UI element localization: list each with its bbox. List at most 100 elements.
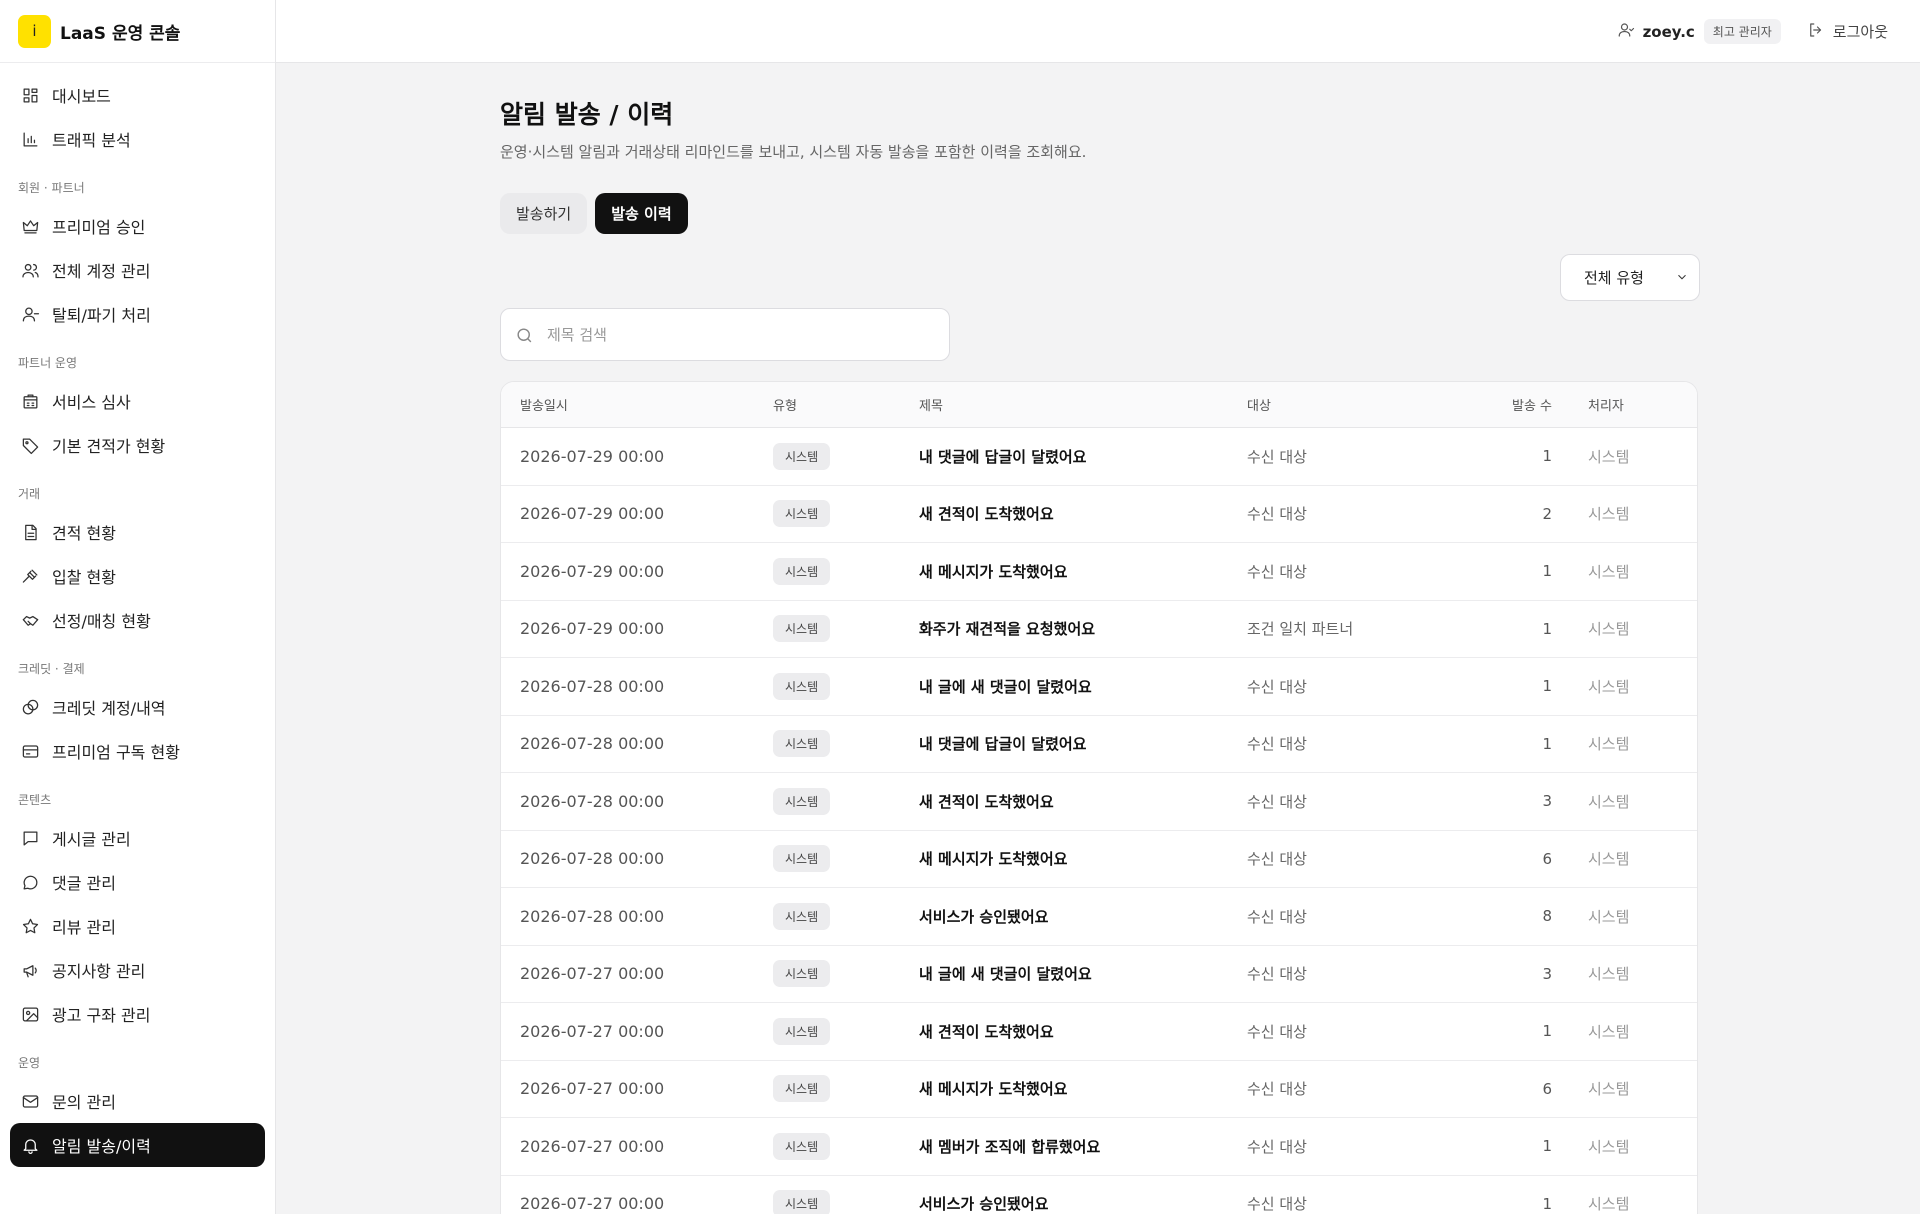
main-content: 알림 발송 / 이력 운영·시스템 알림과 거래상태 리마인드를 보내고, 시스…	[500, 63, 1700, 1214]
col-target[interactable]: 대상	[1247, 395, 1447, 414]
sidebar-item-star[interactable]: 리뷰 관리	[10, 904, 265, 948]
sidebar-item-dashboard[interactable]: 대시보드	[10, 73, 265, 117]
cell-type: 시스템	[773, 730, 919, 758]
bell-icon	[20, 1135, 40, 1155]
cell-type: 시스템	[773, 1190, 919, 1214]
type-badge: 시스템	[773, 500, 831, 528]
cell-target: 수신 대상	[1247, 735, 1307, 754]
sidebar-item-label: 게시글 관리	[52, 830, 131, 849]
table-row[interactable]: 2026-07-27 00:00 시스템 서비스가 승인됐어요 수신 대상 1 시스템	[501, 1176, 1697, 1214]
sidebar-item-document[interactable]: 견적 현황	[10, 510, 265, 554]
sidebar-item-message-square[interactable]: 게시글 관리	[10, 816, 265, 860]
sidebar-item-bar-chart[interactable]: 트래픽 분석	[10, 117, 265, 161]
sidebar-item-mail[interactable]: 문의 관리	[10, 1079, 265, 1123]
col-handler[interactable]: 처리자	[1552, 395, 1682, 414]
sidebar-item-users[interactable]: 전체 계정 관리	[10, 248, 265, 292]
type-badge: 시스템	[773, 442, 831, 470]
page-title: 알림 발송 / 이력	[500, 100, 674, 129]
table-row[interactable]: 2026-07-28 00:00 시스템 내 댓글에 답글이 달렸어요 수신 대상 1 시…	[501, 716, 1697, 773]
cell-count: 1	[1542, 1022, 1552, 1041]
table-row[interactable]: 2026-07-27 00:00 시스템 새 메시지가 도착했어요 수신 대상 6 시스템	[501, 1061, 1697, 1118]
tab-send[interactable]: 발송하기	[500, 193, 588, 234]
cell-type: 시스템	[773, 1075, 919, 1103]
sidebar-item-bell[interactable]: 알림 발송/이력	[10, 1123, 265, 1167]
brand-title: LaaS 운영 콘솔	[60, 23, 181, 44]
sidebar-item-image[interactable]: 광고 구좌 관리	[10, 992, 265, 1036]
search-input[interactable]	[547, 309, 937, 360]
table-row[interactable]: 2026-07-29 00:00 시스템 새 견적이 도착했어요 수신 대상 2 시스템	[501, 486, 1697, 543]
cell-target: 수신 대상	[1247, 562, 1307, 581]
sidebar-item-label: 입찰 현황	[52, 568, 116, 587]
cell-date: 2026-07-27 00:00	[520, 1136, 665, 1156]
cell-title: 새 견적이 도착했어요	[919, 792, 1054, 811]
cell-handler: 시스템	[1588, 447, 1630, 466]
cell-count: 2	[1542, 504, 1552, 523]
logout-button[interactable]: 로그아웃	[1807, 21, 1888, 43]
cell-date: 2026-07-27 00:00	[520, 964, 665, 984]
credit-card-icon	[20, 741, 40, 761]
sidebar-item-label: 문의 관리	[52, 1093, 116, 1112]
cell-handler: 시스템	[1588, 1022, 1630, 1041]
cell-count: 6	[1542, 1079, 1552, 1098]
cell-type: 시스템	[773, 1132, 919, 1160]
cell-date: 2026-07-29 00:00	[520, 561, 665, 581]
sidebar-item-credit-card[interactable]: 프리미엄 구독 현황	[10, 729, 265, 773]
table-row[interactable]: 2026-07-27 00:00 시스템 새 멤버가 조직에 합류했어요 수신 대상 1…	[501, 1118, 1697, 1176]
col-date[interactable]: 발송일시	[501, 395, 773, 414]
table-row[interactable]: 2026-07-29 00:00 시스템 화주가 재견적을 요청했어요 조건 일치 파…	[501, 601, 1697, 658]
star-icon	[20, 916, 40, 936]
sidebar-item-label: 대시보드	[52, 87, 111, 106]
table-row[interactable]: 2026-07-29 00:00 시스템 새 메시지가 도착했어요 수신 대상 1 시스템	[501, 543, 1697, 601]
user-name: zoey.c	[1642, 22, 1695, 41]
cell-type: 시스템	[773, 787, 919, 815]
sidebar-item-gavel[interactable]: 입찰 현황	[10, 554, 265, 598]
cell-count: 1	[1542, 1194, 1552, 1213]
col-title[interactable]: 제목	[919, 395, 1247, 414]
cell-date: 2026-07-28 00:00	[520, 734, 665, 754]
sidebar-item-building[interactable]: 서비스 심사	[10, 379, 265, 423]
user-icon	[1617, 21, 1635, 43]
type-filter-select[interactable]: 전체 유형	[1560, 254, 1700, 301]
cell-handler: 시스템	[1588, 1080, 1630, 1099]
cell-type: 시스템	[773, 500, 919, 528]
sidebar-item-crown[interactable]: 프리미엄 승인	[10, 204, 265, 248]
sidebar-group-title: 크레딧 · 결제	[18, 662, 85, 676]
col-type[interactable]: 유형	[773, 395, 919, 414]
cell-type: 시스템	[773, 672, 919, 700]
sidebar-item-handshake[interactable]: 선정/매칭 현황	[10, 598, 265, 642]
image-icon	[20, 1004, 40, 1024]
table-row[interactable]: 2026-07-28 00:00 시스템 내 글에 새 댓글이 달렸어요 수신 대상 1…	[501, 658, 1697, 716]
table-row[interactable]: 2026-07-29 00:00 시스템 내 댓글에 답글이 달렸어요 수신 대상 1 시…	[501, 428, 1697, 486]
sidebar-item-coins[interactable]: 크레딧 계정/내역	[10, 685, 265, 729]
table-row[interactable]: 2026-07-27 00:00 시스템 내 글에 새 댓글이 달렸어요 수신 대상 3…	[501, 946, 1697, 1003]
top-bar: zoey.c 최고 관리자 로그아웃	[276, 0, 1920, 63]
tab-history[interactable]: 발송 이력	[595, 193, 688, 234]
sidebar: i LaaS 운영 콘솔 대시보드 트래픽 분석 회원 · 파트너 프리미엄 승인 전체…	[0, 0, 276, 1214]
sidebar-item-user-minus[interactable]: 탈퇴/파기 처리	[10, 292, 265, 336]
sidebar-item-label: 프리미엄 승인	[52, 218, 146, 237]
sidebar-item-label: 알림 발송/이력	[52, 1137, 151, 1156]
brand[interactable]: i LaaS 운영 콘솔	[0, 0, 275, 63]
dashboard-icon	[20, 85, 40, 105]
type-badge: 시스템	[773, 672, 831, 700]
cell-target: 수신 대상	[1247, 1137, 1307, 1156]
cell-handler: 시스템	[1588, 1137, 1630, 1156]
cell-date: 2026-07-29 00:00	[520, 619, 665, 639]
sidebar-item-message-circle[interactable]: 댓글 관리	[10, 860, 265, 904]
cell-title: 내 글에 새 댓글이 달렸어요	[919, 965, 1092, 984]
col-count[interactable]: 발송 수	[1447, 395, 1552, 414]
sidebar-group-title: 거래	[18, 487, 41, 501]
type-badge: 시스템	[773, 1017, 831, 1045]
type-badge: 시스템	[773, 557, 831, 585]
search-icon	[517, 328, 532, 343]
table-row[interactable]: 2026-07-28 00:00 시스템 서비스가 승인됐어요 수신 대상 8 시스템	[501, 888, 1697, 946]
sidebar-item-tag[interactable]: 기본 견적가 현황	[10, 423, 265, 467]
sidebar-item-megaphone[interactable]: 공지사항 관리	[10, 948, 265, 992]
table-row[interactable]: 2026-07-28 00:00 시스템 새 메시지가 도착했어요 수신 대상 6 시스템	[501, 831, 1697, 888]
sidebar-group-title: 파트너 운영	[18, 356, 78, 370]
cell-date: 2026-07-28 00:00	[520, 906, 665, 926]
table-row[interactable]: 2026-07-27 00:00 시스템 새 견적이 도착했어요 수신 대상 1 시스템	[501, 1003, 1697, 1061]
cell-target: 수신 대상	[1247, 447, 1307, 466]
table-row[interactable]: 2026-07-28 00:00 시스템 새 견적이 도착했어요 수신 대상 3 시스템	[501, 773, 1697, 831]
cell-handler: 시스템	[1588, 677, 1630, 696]
